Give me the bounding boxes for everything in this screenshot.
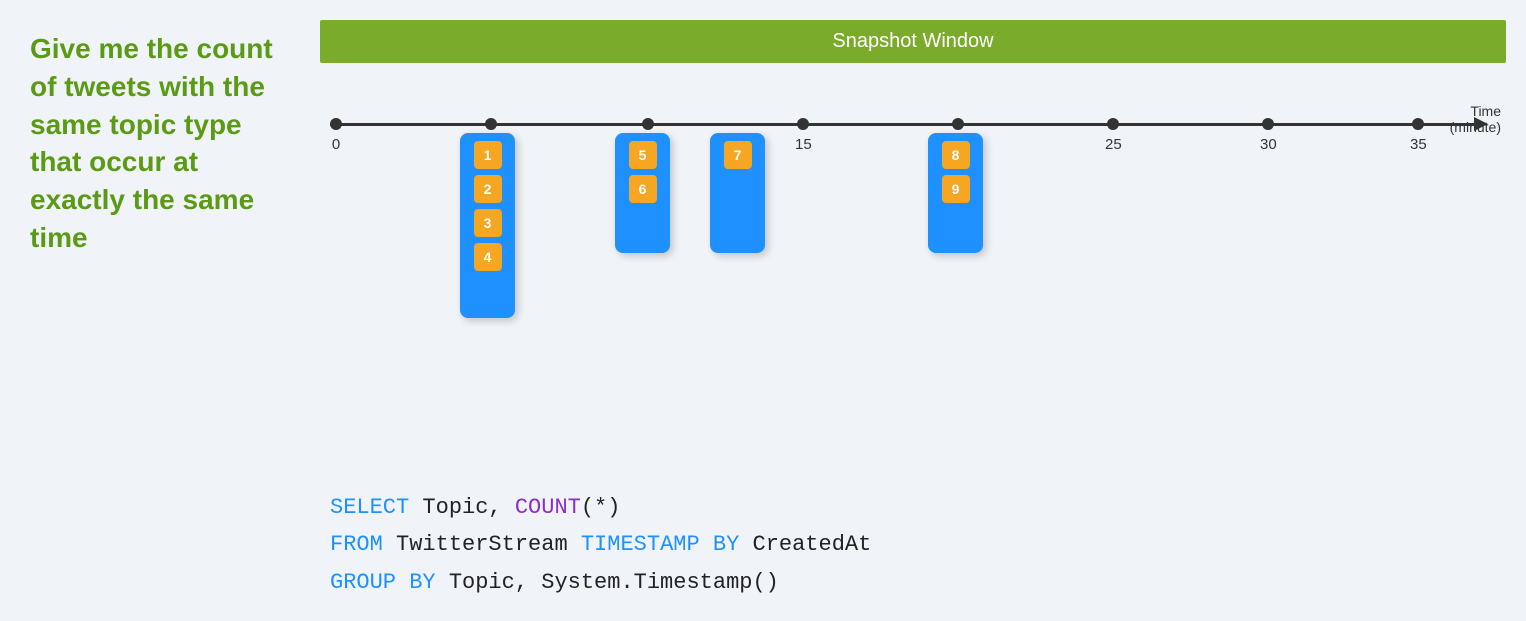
right-panel: Snapshot Window 0 5 10 15 20 xyxy=(310,0,1526,621)
sql-line1-args: (*) xyxy=(581,495,621,520)
sql-area: SELECT Topic, COUNT(*) FROM TwitterStrea… xyxy=(320,479,1506,601)
description-text: Give me the count of tweets with the sam… xyxy=(30,30,290,257)
tick-0: 0 xyxy=(330,123,342,153)
tick-15: 15 xyxy=(795,123,812,153)
sql-line2-text2 xyxy=(700,532,713,557)
sql-line3-text1 xyxy=(396,570,409,595)
tick-label-0: 0 xyxy=(332,136,340,153)
from-keyword: FROM xyxy=(330,532,383,557)
badge-9: 9 xyxy=(942,175,970,203)
sql-line2-text1: TwitterStream xyxy=(383,532,581,557)
blue-column-5: 1 2 3 4 xyxy=(460,133,515,318)
tick-35: 35 xyxy=(1410,123,1427,153)
tick-dot-25 xyxy=(1107,118,1119,130)
badge-4: 4 xyxy=(474,243,502,271)
tick-dot-20 xyxy=(952,118,964,130)
tick-label-35: 35 xyxy=(1410,136,1427,153)
sql-line2-text3: CreatedAt xyxy=(739,532,871,557)
sql-line1-text: Topic, xyxy=(409,495,515,520)
badge-8: 8 xyxy=(942,141,970,169)
blue-column-10: 5 6 xyxy=(615,133,670,253)
badge-2: 2 xyxy=(474,175,502,203)
sql-line1: SELECT Topic, COUNT(*) xyxy=(330,489,1506,526)
blue-column-12: 7 xyxy=(710,133,765,253)
timestamp-keyword: TIMESTAMP xyxy=(581,532,700,557)
snapshot-window-bar: Snapshot Window xyxy=(320,20,1506,63)
group-keyword: GROUP xyxy=(330,570,396,595)
tick-dot-0 xyxy=(330,118,342,130)
sql-line3: GROUP BY Topic, System.Timestamp() xyxy=(330,564,1506,601)
time-label-line2: (minute) xyxy=(1450,119,1501,135)
tick-dot-30 xyxy=(1262,118,1274,130)
badge-5: 5 xyxy=(629,141,657,169)
tick-30: 30 xyxy=(1260,123,1277,153)
by-keyword-2: BY xyxy=(409,570,435,595)
badge-1: 1 xyxy=(474,141,502,169)
sql-line3-text2: Topic, System.Timestamp() xyxy=(436,570,779,595)
sql-line2: FROM TwitterStream TIMESTAMP BY CreatedA… xyxy=(330,526,1506,563)
time-unit-label: Time (minute) xyxy=(1450,103,1501,135)
time-label-line1: Time xyxy=(1450,103,1501,119)
badge-6: 6 xyxy=(629,175,657,203)
tick-label-15: 15 xyxy=(795,136,812,153)
tick-dot-10 xyxy=(642,118,654,130)
tick-label-30: 30 xyxy=(1260,136,1277,153)
left-panel: Give me the count of tweets with the sam… xyxy=(0,0,310,621)
tick-25: 25 xyxy=(1105,123,1122,153)
by-keyword-1: BY xyxy=(713,532,739,557)
select-keyword: SELECT xyxy=(330,495,409,520)
tick-dot-5 xyxy=(485,118,497,130)
blue-column-20: 8 9 xyxy=(928,133,983,253)
count-function: COUNT xyxy=(515,495,581,520)
tick-dot-15 xyxy=(797,118,809,130)
timeline-axis xyxy=(330,123,1476,126)
tick-dot-35 xyxy=(1412,118,1424,130)
badge-7: 7 xyxy=(724,141,752,169)
timeline-area: 0 5 10 15 20 25 30 xyxy=(320,73,1506,333)
badge-3: 3 xyxy=(474,209,502,237)
tick-label-25: 25 xyxy=(1105,136,1122,153)
